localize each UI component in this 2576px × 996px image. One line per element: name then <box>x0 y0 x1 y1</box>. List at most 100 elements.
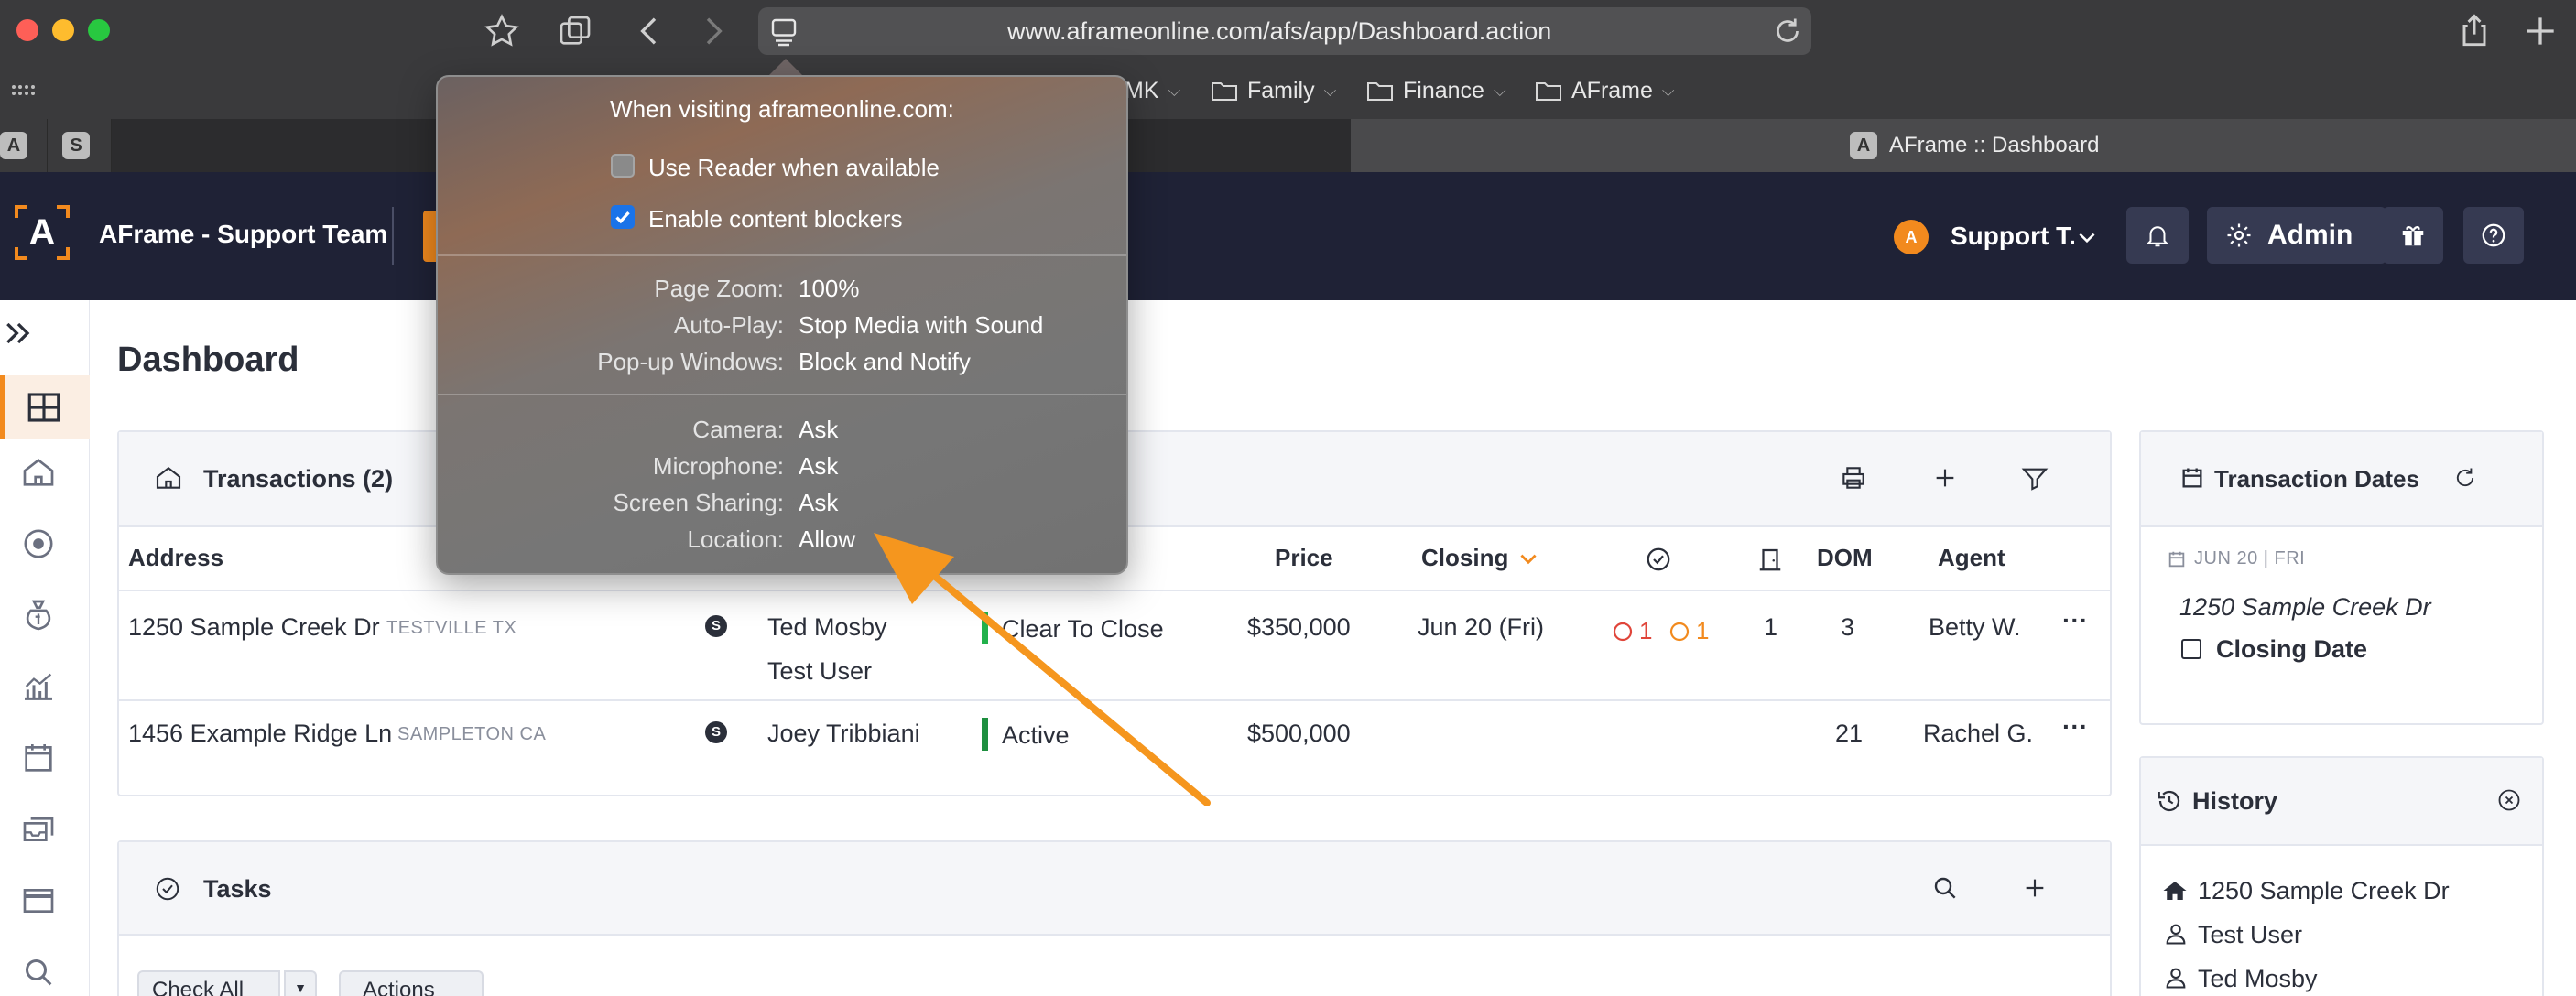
tab-overview-icon[interactable] <box>557 13 593 49</box>
bookmark-mk[interactable]: MK ⌵ <box>1125 75 1180 106</box>
folder-icon <box>1212 82 1237 101</box>
annotation-arrow-icon <box>874 533 1211 806</box>
check-all-dropdown[interactable]: ▼ <box>284 970 317 996</box>
column-address[interactable]: Address <box>128 544 223 572</box>
chevron-down-icon[interactable] <box>2075 225 2099 249</box>
search-tasks-icon[interactable] <box>1930 873 1960 903</box>
minimize-window-button[interactable] <box>52 19 74 41</box>
close-window-button[interactable] <box>16 19 38 41</box>
column-closing[interactable]: Closing <box>1421 544 1508 572</box>
help-icon <box>2482 223 2505 247</box>
chevron-down-icon: ⌵ <box>1661 81 1675 100</box>
event-address[interactable]: 1250 Sample Creek Dr <box>2179 593 2431 622</box>
help-button[interactable] <box>2463 207 2524 264</box>
check-circle-icon[interactable] <box>1645 546 1672 573</box>
calendar-small-icon <box>2167 549 2187 569</box>
share-icon[interactable] <box>2454 11 2494 51</box>
new-tab-icon[interactable] <box>2520 11 2560 51</box>
sidebar-item-search[interactable] <box>20 954 60 994</box>
row-client[interactable]: Test User <box>767 657 872 686</box>
row-agent[interactable]: Betty W. <box>1929 613 2021 642</box>
history-item[interactable]: Ted Mosby <box>2198 965 2318 993</box>
camera-value[interactable]: Ask <box>799 416 838 444</box>
row-more-button[interactable]: ··· <box>2062 606 2088 635</box>
back-icon[interactable] <box>632 13 668 49</box>
check-all-button[interactable]: Check All <box>137 970 280 996</box>
person-icon <box>2163 921 2189 947</box>
sort-desc-icon[interactable] <box>1516 547 1540 571</box>
row-price: $500,000 <box>1247 720 1351 747</box>
home-icon <box>2161 877 2189 904</box>
sidebar-item-reports[interactable] <box>20 668 60 709</box>
location-value[interactable]: Allow <box>799 525 855 554</box>
forward-icon[interactable] <box>694 13 731 49</box>
add-task-icon[interactable] <box>2020 873 2049 903</box>
notifications-button[interactable] <box>2126 207 2189 264</box>
history-item[interactable]: 1250 Sample Creek Dr <box>2198 877 2450 905</box>
sidebar-item-money[interactable] <box>20 597 60 637</box>
bookmark-family[interactable]: Family ⌵ <box>1211 75 1336 106</box>
closing-date-checkbox[interactable] <box>2181 639 2201 659</box>
sidebar-item-targets[interactable] <box>20 525 60 566</box>
row-agent[interactable]: Rachel G. <box>1923 720 2033 748</box>
row-more-button[interactable]: ··· <box>2062 712 2088 742</box>
bookmark-aframe[interactable]: AFrame ⌵ <box>1535 75 1675 106</box>
user-avatar[interactable]: A <box>1894 220 1929 254</box>
reader-checkbox[interactable] <box>611 154 635 178</box>
zoom-window-button[interactable] <box>88 19 110 41</box>
print-icon[interactable] <box>1839 463 1868 493</box>
url-text[interactable]: www.aframeonline.com/afs/app/Dashboard.a… <box>1007 16 1557 47</box>
calendar-icon <box>2179 465 2205 491</box>
popup-windows-value[interactable]: Block and Notify <box>799 348 971 376</box>
card-icon <box>23 889 54 913</box>
filter-icon[interactable] <box>2020 463 2049 493</box>
door-icon[interactable] <box>1756 546 1784 573</box>
autoplay-value[interactable]: Stop Media with Sound <box>799 311 1043 340</box>
content-blockers-label[interactable]: Enable content blockers <box>648 205 903 233</box>
tab-favicon: A <box>1850 132 1877 159</box>
actions-button[interactable]: Actions <box>339 970 484 996</box>
reload-icon[interactable] <box>1771 15 1804 48</box>
page-settings-icon[interactable] <box>767 15 800 48</box>
pinned-tab-s[interactable]: S <box>48 119 112 172</box>
tab-aframe-dashboard[interactable]: A AFrame :: Dashboard <box>1351 119 2576 172</box>
column-price[interactable]: Price <box>1275 544 1333 572</box>
aframe-logo[interactable]: A <box>13 203 71 262</box>
page-zoom-value[interactable]: 100% <box>799 275 860 303</box>
bookmark-star-icon[interactable] <box>484 13 520 49</box>
content-blockers-checkbox[interactable] <box>611 205 635 229</box>
sidebar-item-calendar[interactable] <box>20 740 60 780</box>
autoplay-label: Auto-Play: <box>674 311 784 339</box>
count: 1 <box>1639 617 1653 644</box>
screen-sharing-value[interactable]: Ask <box>799 489 838 517</box>
history-item[interactable]: Test User <box>2198 921 2302 949</box>
side-badge: S <box>705 615 727 637</box>
expand-sidebar-icon[interactable] <box>0 315 37 352</box>
reader-option-label[interactable]: Use Reader when available <box>648 154 940 182</box>
tasks-card-header <box>119 842 2110 936</box>
row-address[interactable]: 1456 Example Ridge Ln <box>128 720 392 748</box>
row-address[interactable]: 1250 Sample Creek Dr <box>128 613 380 642</box>
refresh-icon[interactable] <box>2452 465 2478 491</box>
row-price: $350,000 <box>1247 613 1351 641</box>
team-name[interactable]: AFrame - Support Team <box>99 220 387 249</box>
red-task-count[interactable]: 1 <box>1612 617 1652 645</box>
sidebar-item-home[interactable] <box>20 454 60 494</box>
pinned-tab-a[interactable]: A <box>0 119 48 172</box>
bookmark-finance[interactable]: Finance ⌵ <box>1366 75 1506 106</box>
gift-button[interactable] <box>2383 207 2443 264</box>
close-circle-icon[interactable] <box>2496 787 2522 813</box>
header-divider <box>392 207 394 265</box>
column-dom[interactable]: DOM <box>1817 544 1873 572</box>
chevron-down-icon: ⌵ <box>1493 81 1506 100</box>
sidebar-item-inbox[interactable] <box>20 811 60 851</box>
microphone-value[interactable]: Ask <box>799 452 838 481</box>
apps-grid-icon[interactable] <box>11 84 35 101</box>
sidebar-item-cards[interactable] <box>20 882 60 923</box>
sidebar-item-dashboard[interactable] <box>0 375 90 439</box>
column-agent[interactable]: Agent <box>1938 544 2005 572</box>
orange-task-count[interactable]: 1 <box>1668 617 1709 645</box>
add-transaction-icon[interactable] <box>1930 463 1960 493</box>
user-menu[interactable]: Support T. <box>1951 222 2076 251</box>
admin-button[interactable]: Admin <box>2207 207 2386 264</box>
